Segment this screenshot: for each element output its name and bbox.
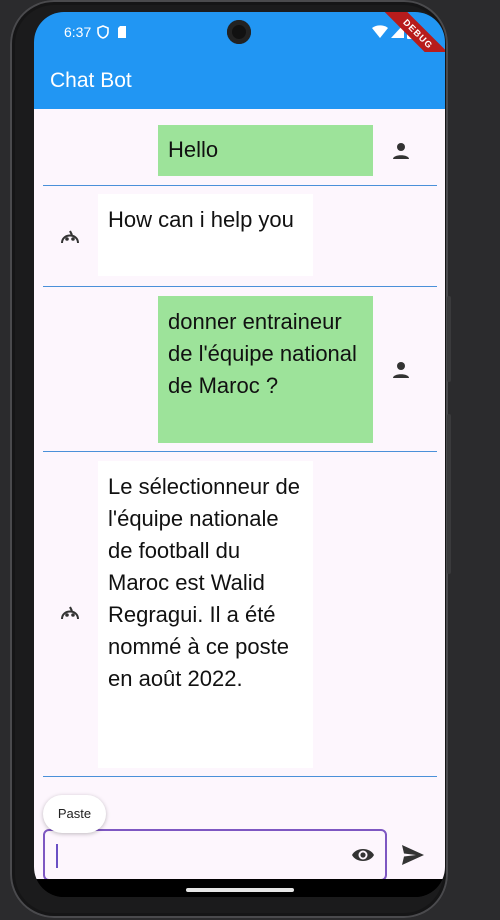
wifi-icon — [372, 25, 388, 38]
status-bar: 6:37 — [34, 12, 445, 52]
eye-icon[interactable] — [351, 845, 375, 865]
composer: Paste — [34, 789, 445, 881]
person-icon — [393, 362, 409, 378]
front-camera — [227, 20, 251, 44]
user-message-bubble: Hello — [158, 125, 373, 176]
sd-card-icon — [118, 26, 126, 38]
chat-list[interactable]: Hello How can i help you donner entraine — [34, 109, 445, 789]
robot-icon — [61, 230, 79, 244]
volume-button — [447, 414, 451, 574]
send-icon[interactable] — [401, 844, 425, 866]
message-row: donner entraineur de l'équipe national d… — [43, 287, 437, 452]
bot-message-bubble: Le sélectionneur de l'équipe nationale d… — [98, 461, 313, 768]
robot-icon — [61, 606, 79, 620]
navigation-bar — [34, 879, 445, 897]
phone-frame: 6:37 DEBUG Chat Bot Hello How can i help… — [10, 0, 451, 918]
app-title: Chat Bot — [50, 69, 132, 92]
home-indicator[interactable] — [186, 888, 294, 892]
message-row: Hello — [43, 109, 437, 186]
status-time: 6:37 — [64, 24, 92, 40]
message-row: Le sélectionneur de l'équipe nationale d… — [43, 452, 437, 777]
person-icon — [393, 143, 409, 159]
power-button — [447, 296, 451, 382]
user-message-bubble: donner entraineur de l'équipe national d… — [158, 296, 373, 443]
bot-message-bubble: How can i help you — [98, 194, 313, 276]
message-row: How can i help you — [43, 186, 437, 287]
text-cursor — [56, 844, 58, 868]
shield-icon — [97, 25, 109, 39]
app-bar: Chat Bot — [34, 52, 445, 109]
message-input[interactable] — [43, 829, 387, 881]
screen: 6:37 DEBUG Chat Bot Hello How can i help… — [34, 12, 445, 897]
paste-button[interactable]: Paste — [43, 795, 106, 833]
